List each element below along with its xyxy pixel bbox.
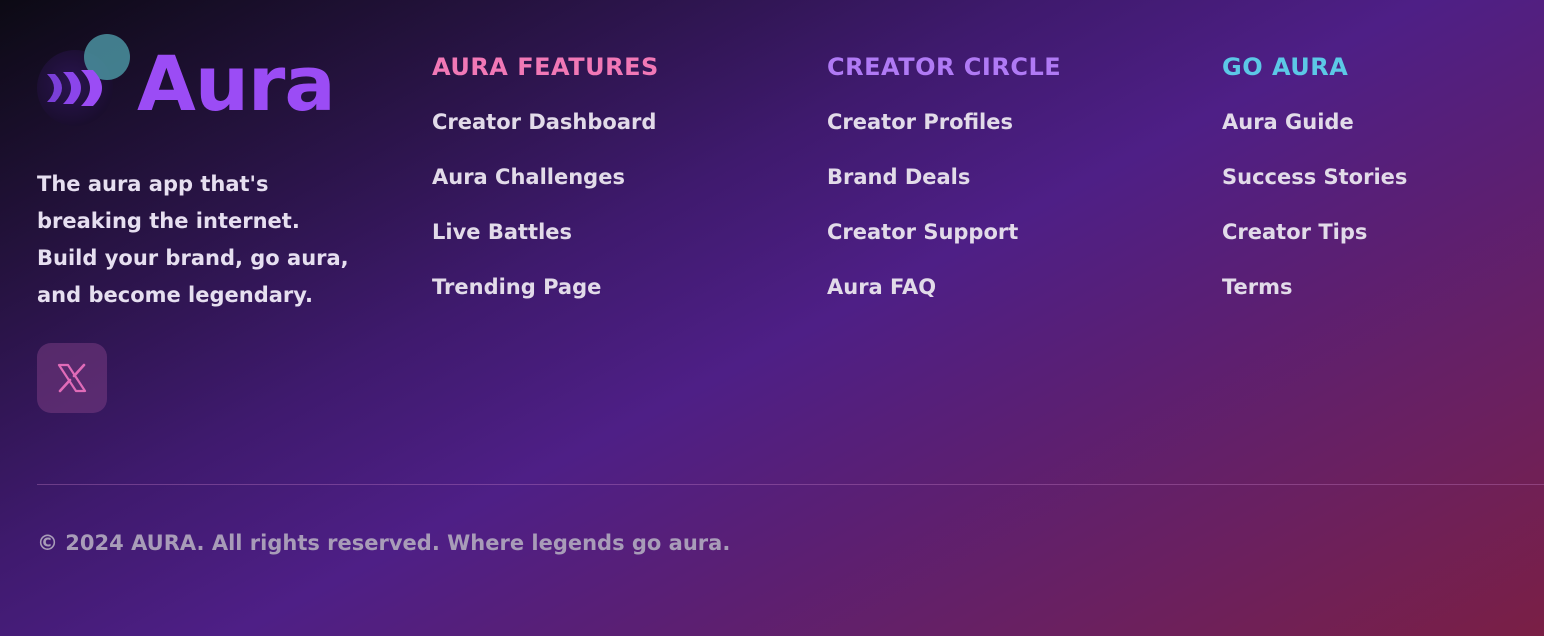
x-icon <box>57 363 87 393</box>
site-footer: Aura The aura app that's breaking the in… <box>0 0 1544 636</box>
footer-column-go-aura: GO AURA Aura Guide Success Stories Creat… <box>1222 52 1407 330</box>
footer-link-success-stories[interactable]: Success Stories <box>1222 165 1407 220</box>
footer-link-creator-support[interactable]: Creator Support <box>827 220 1061 275</box>
footer-link-aura-faq[interactable]: Aura FAQ <box>827 275 1061 330</box>
brand-tagline: The aura app that's breaking the interne… <box>37 172 349 307</box>
footer-link-live-battles[interactable]: Live Battles <box>432 220 659 275</box>
footer-link-terms[interactable]: Terms <box>1222 275 1407 330</box>
logo[interactable]: Aura <box>37 34 377 126</box>
footer-link-creator-profiles[interactable]: Creator Profiles <box>827 110 1061 165</box>
copyright-text: © 2024 AURA. All rights reserved. Where … <box>37 531 731 555</box>
footer-link-brand-deals[interactable]: Brand Deals <box>827 165 1061 220</box>
column-heading: GO AURA <box>1222 53 1349 81</box>
footer-link-creator-tips[interactable]: Creator Tips <box>1222 220 1407 275</box>
column-heading: AURA FEATURES <box>432 53 659 81</box>
brand-block: Aura The aura app that's breaking the in… <box>37 34 377 413</box>
footer-column-creator-circle: CREATOR CIRCLE Creator Profiles Brand De… <box>827 52 1061 330</box>
x-social-button[interactable] <box>37 343 107 413</box>
footer-column-aura-features: AURA FEATURES Creator Dashboard Aura Cha… <box>432 52 659 330</box>
footer-link-trending-page[interactable]: Trending Page <box>432 275 659 330</box>
footer-link-aura-guide[interactable]: Aura Guide <box>1222 110 1407 165</box>
aura-waves-icon <box>37 34 130 126</box>
footer-link-aura-challenges[interactable]: Aura Challenges <box>432 165 659 220</box>
footer-link-creator-dashboard[interactable]: Creator Dashboard <box>432 110 659 165</box>
brand-name: Aura <box>137 39 336 128</box>
footer-divider <box>37 484 1544 485</box>
column-heading: CREATOR CIRCLE <box>827 53 1062 81</box>
